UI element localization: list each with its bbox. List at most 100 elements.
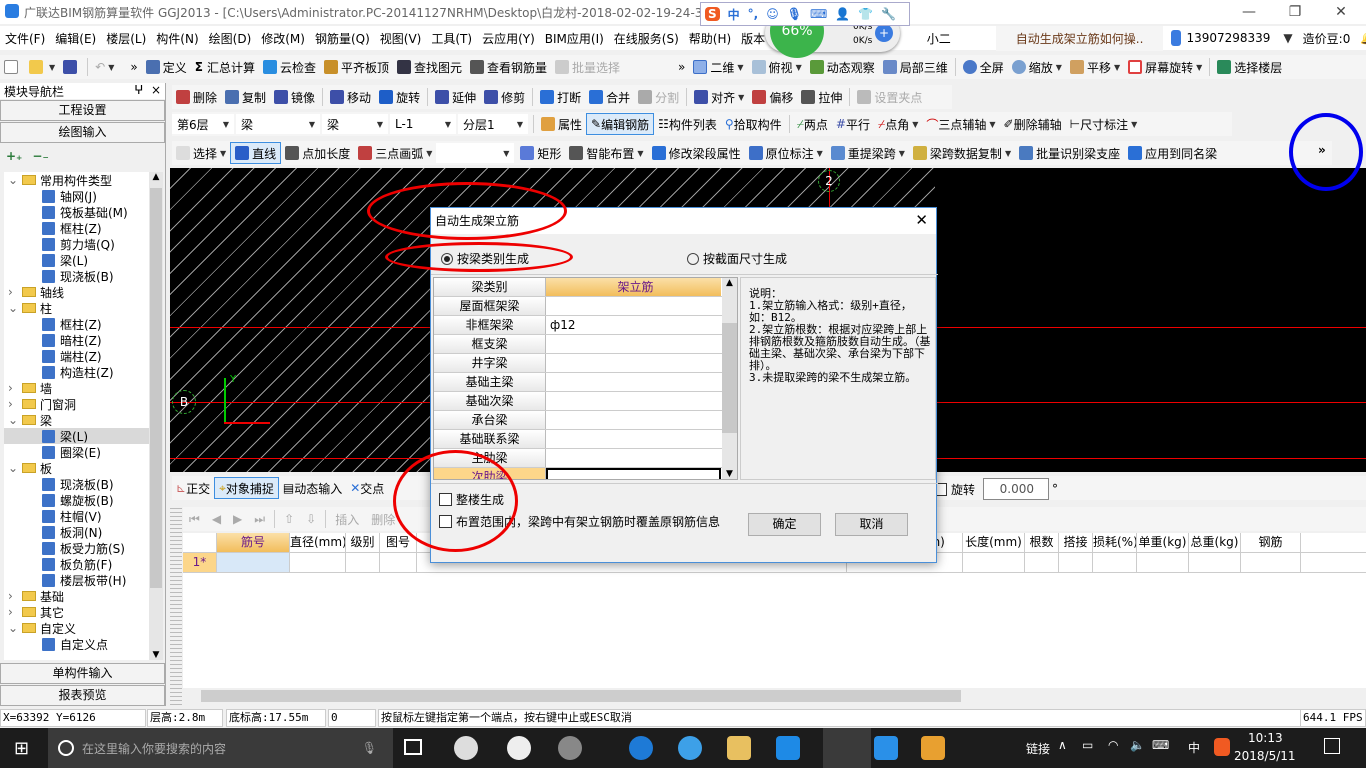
draw-input-button[interactable]: 绘图输入 (0, 122, 165, 143)
chevron-down-icon[interactable]: ⌄ (8, 301, 22, 315)
tree-item[interactable]: › 其它 (4, 604, 149, 620)
erection-rebar-cell[interactable] (546, 335, 721, 353)
prev-record-icon[interactable]: ◀ (206, 512, 227, 526)
wrench-icon[interactable]: 🔧 (881, 7, 896, 21)
chevron-down-icon[interactable]: ▼ (899, 149, 905, 158)
grid-cell[interactable] (217, 553, 290, 572)
ime-indicator[interactable]: 中 (1188, 739, 1200, 756)
edge-icon[interactable] (629, 736, 653, 760)
tree-item[interactable]: › 轴线 (4, 284, 149, 300)
tree-item[interactable]: 框柱(Z) (4, 220, 149, 236)
erection-rebar-cell[interactable] (546, 392, 721, 410)
chevron-down-icon[interactable]: ⌄ (8, 173, 22, 187)
stretch-button[interactable]: 拉伸 (797, 86, 846, 108)
2d-view-button[interactable]: 二维 ▼ (689, 56, 747, 78)
dialog-close-icon[interactable]: ✕ (915, 211, 928, 229)
pan-button[interactable]: 平移 ▼ (1066, 56, 1124, 78)
grid-cell[interactable] (1137, 553, 1189, 572)
table-row[interactable]: 屋面框架梁 (434, 297, 737, 316)
tree-item[interactable]: 现浇板(B) (4, 476, 149, 492)
type-select[interactable]: 梁 ▼ (322, 114, 388, 134)
collapse-all-icon[interactable]: −₋ (32, 149, 48, 163)
grid-cell[interactable]: 1* (183, 553, 217, 572)
top-view-button[interactable]: 俯视 ▼ (748, 56, 806, 78)
edit-rebar-button[interactable]: ✎ 编辑钢筋 (586, 113, 655, 135)
component-list-button[interactable]: ☷ 构件列表 (654, 113, 721, 135)
ok-button[interactable]: 确定 (748, 513, 821, 536)
ie-old-icon[interactable] (507, 736, 531, 760)
tree-item[interactable]: 圈梁(E) (4, 444, 149, 460)
trim-button[interactable]: 修剪 (480, 86, 529, 108)
menu-draw[interactable]: 绘图(D) (204, 30, 257, 47)
chevron-right-icon[interactable]: › (8, 381, 22, 395)
grid-cell[interactable] (290, 553, 346, 572)
new-file-button[interactable] (0, 56, 25, 78)
chevron-right-icon[interactable]: › (8, 589, 22, 603)
chevron-down-icon[interactable]: ▼ (1278, 31, 1297, 45)
tree-item[interactable]: 端柱(Z) (4, 348, 149, 364)
menu-online[interactable]: 在线服务(S) (609, 30, 684, 47)
tree-item[interactable]: › 门窗洞 (4, 396, 149, 412)
point-length-button[interactable]: 点加长度 (281, 142, 354, 164)
tree-scrollbar[interactable]: ▲ ▼ (149, 172, 163, 660)
mic-icon[interactable]: 🎙 (787, 7, 802, 21)
chevron-down-icon[interactable]: ▼ (738, 93, 744, 102)
smart-place-button[interactable]: 智能布置 ▼ (565, 142, 647, 164)
cancel-button[interactable]: 取消 (835, 513, 908, 536)
align-button[interactable]: 对齐 ▼ (690, 86, 748, 108)
grid-h-scrollbar[interactable] (183, 688, 1366, 704)
category-select[interactable]: 梁 ▼ (236, 114, 320, 134)
clock-date[interactable]: 2018/5/11 (1234, 749, 1296, 763)
tree-item[interactable]: 暗柱(Z) (4, 332, 149, 348)
set-grip-button[interactable]: 设置夹点 (853, 86, 926, 108)
rotate-angle-input[interactable]: 0.000 (983, 478, 1050, 500)
tree-item[interactable]: 轴网(J) (4, 188, 149, 204)
ime-toolbar[interactable]: S 中 °, ☺ 🎙 ⌨ 👤 👕 🔧 (700, 2, 910, 26)
keyboard-icon[interactable]: ⌨ (1152, 738, 1169, 752)
tree-item[interactable]: 梁(L) (4, 428, 149, 444)
move-up-icon[interactable]: ⇧ (278, 512, 300, 526)
grid-cell[interactable] (1059, 553, 1093, 572)
grid-grip[interactable] (170, 505, 182, 705)
define-button[interactable]: 定义 (142, 56, 191, 78)
next-record-icon[interactable]: ▶ (227, 512, 248, 526)
find-element-button[interactable]: 查找图元 (393, 56, 466, 78)
extend-button[interactable]: 延伸 (431, 86, 480, 108)
tree-item[interactable]: ⌄ 常用构件类型 (4, 172, 149, 188)
component-select[interactable]: L-1 ▼ (390, 114, 456, 134)
grid-cell[interactable] (380, 553, 417, 572)
erection-rebar-cell[interactable] (546, 354, 721, 372)
dynamic-input-button[interactable]: ▤ 动态输入 (279, 477, 346, 499)
tree-item[interactable]: 构造柱(Z) (4, 364, 149, 380)
cloud-check-button[interactable]: 云检查 (259, 56, 320, 78)
chevron-right-icon[interactable]: › (8, 397, 22, 411)
maximize-button[interactable]: ❐ (1272, 0, 1318, 24)
bell-icon[interactable]: 🔔 (1355, 31, 1366, 45)
notify-app-icon[interactable] (558, 736, 582, 760)
copy-button[interactable]: 复制 (221, 86, 270, 108)
menu-edit[interactable]: 编辑(E) (50, 30, 101, 47)
tree-item[interactable]: 自定义点 (4, 636, 149, 652)
apply-to-same-name-button[interactable]: 应用到同名梁 (1124, 142, 1221, 164)
tree-item[interactable]: 板负筋(F) (4, 556, 149, 572)
tree-item[interactable]: ⌄ 梁 (4, 412, 149, 428)
save-button[interactable] (59, 56, 84, 78)
minimize-button[interactable]: — (1226, 0, 1272, 24)
tree-item[interactable]: 框柱(Z) (4, 316, 149, 332)
keyboard-icon[interactable]: ⌨ (810, 7, 827, 21)
sogou-tray-icon[interactable] (1214, 738, 1230, 756)
file-explorer-icon[interactable] (727, 736, 751, 760)
delete-button[interactable]: 删除 (172, 86, 221, 108)
batch-select-button[interactable]: 批量选择 (551, 56, 624, 78)
table-row[interactable]: 井字梁 (434, 354, 737, 373)
chevron-down-icon[interactable]: ⌄ (8, 413, 22, 427)
tree-item[interactable]: 剪力墙(Q) (4, 236, 149, 252)
tree-item[interactable]: ⌄ 自定义 (4, 620, 149, 636)
help-link[interactable]: 自动生成架立筋如何操.. (995, 25, 1164, 51)
move-down-icon[interactable]: ⇩ (300, 512, 322, 526)
tree-item[interactable]: 筏板基础(M) (4, 204, 149, 220)
skin-icon[interactable]: 👕 (858, 7, 873, 21)
erection-rebar-cell[interactable]: ф12 (546, 316, 721, 334)
dimension-button[interactable]: ⊢ 尺寸标注 ▼ (1066, 113, 1142, 135)
modify-segment-props-button[interactable]: 修改梁段属性 (648, 142, 745, 164)
